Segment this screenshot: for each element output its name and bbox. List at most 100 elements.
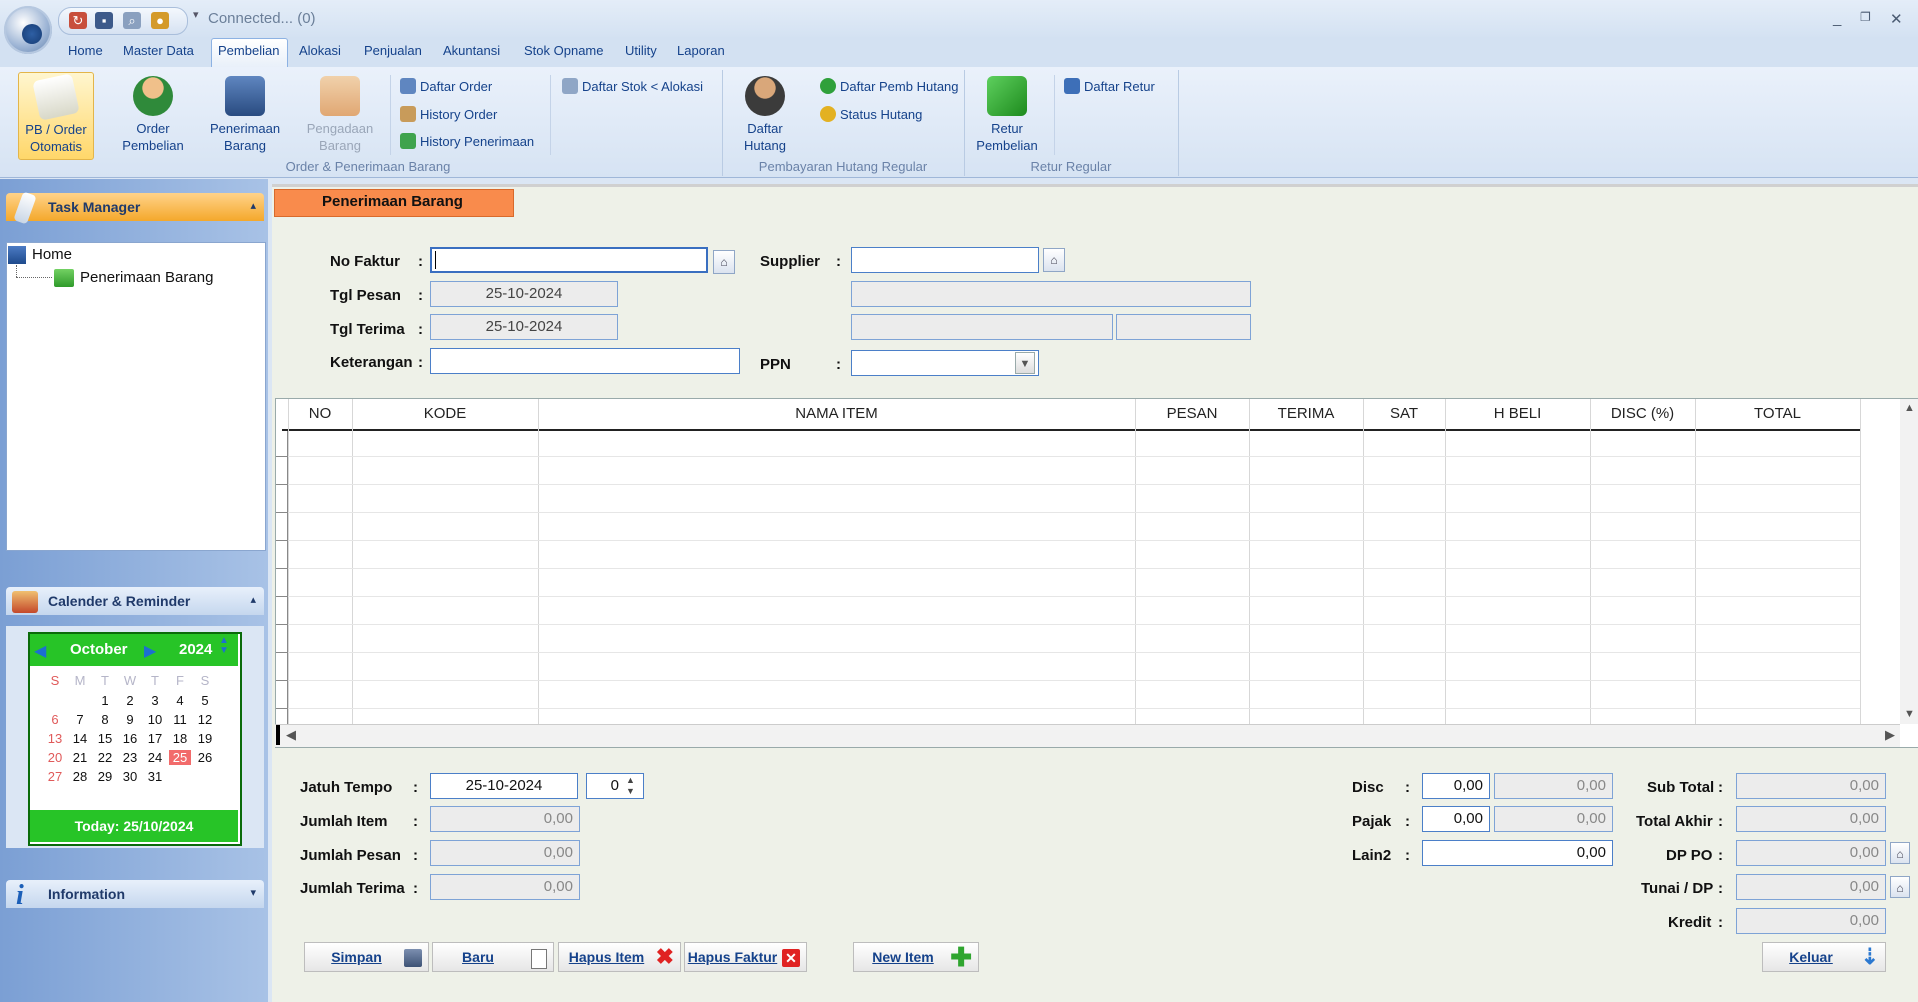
chevron-down-icon[interactable]: ▼ xyxy=(1015,352,1035,374)
col-no[interactable]: NO xyxy=(288,405,352,422)
pajak-percent-input[interactable]: 0,00 xyxy=(1422,806,1490,832)
app-menu-button[interactable] xyxy=(4,6,52,54)
scroll-thumb[interactable] xyxy=(276,725,280,745)
col-terima[interactable]: TERIMA xyxy=(1249,405,1363,422)
tree-item-penerimaan[interactable]: Penerimaan Barang xyxy=(80,269,213,286)
collapse-icon[interactable]: ▴ xyxy=(250,199,256,212)
calendar-day[interactable]: 23 xyxy=(119,750,141,765)
close-button[interactable]: ✕ xyxy=(1890,10,1903,28)
ppn-select[interactable] xyxy=(851,350,1039,376)
calendar-day[interactable]: 19 xyxy=(194,731,216,746)
pengadaan-barang-button[interactable]: Pengadaan Barang xyxy=(305,72,375,158)
collapse-icon[interactable]: ▴ xyxy=(250,593,256,606)
calendar-day[interactable]: 9 xyxy=(119,712,141,727)
calendar-day[interactable]: 28 xyxy=(69,769,91,784)
col-disc[interactable]: DISC (%) xyxy=(1590,405,1695,422)
no-faktur-input[interactable] xyxy=(430,247,708,273)
items-grid[interactable] xyxy=(275,398,1918,748)
calendar-day[interactable]: 15 xyxy=(94,731,116,746)
save-icon[interactable]: ▪ xyxy=(95,12,113,29)
daftar-retur-button[interactable]: Daftar Retur xyxy=(1064,77,1155,97)
tree-item-home[interactable]: Home xyxy=(32,246,72,263)
tgl-terima-field[interactable]: 25-10-2024 xyxy=(430,314,618,340)
keterangan-input[interactable] xyxy=(430,348,740,374)
scroll-left-icon[interactable]: ◀ xyxy=(286,727,296,743)
col-sat[interactable]: SAT xyxy=(1363,405,1445,422)
calendar-day[interactable]: 6 xyxy=(44,712,66,727)
user-icon[interactable]: ● xyxy=(151,12,169,29)
calendar-day[interactable]: 4 xyxy=(169,693,191,708)
calendar-day[interactable]: 21 xyxy=(69,750,91,765)
tab-pembelian[interactable]: Pembelian xyxy=(218,43,279,58)
search-icon[interactable]: ⌕ xyxy=(123,12,141,29)
calendar-today[interactable]: Today: 25/10/2024 xyxy=(30,810,238,842)
daftar-stok-button[interactable]: Daftar Stok < Alokasi xyxy=(562,77,703,97)
calendar-day[interactable]: 30 xyxy=(119,769,141,784)
information-header[interactable]: i Information ▾ xyxy=(6,880,264,911)
calendar-day[interactable]: 24 xyxy=(144,750,166,765)
task-manager-header[interactable]: Task Manager ▴ xyxy=(6,191,264,225)
retur-pembelian-button[interactable]: Retur Pembelian xyxy=(972,72,1042,158)
history-penerimaan-button[interactable]: History Penerimaan xyxy=(400,132,534,152)
jatuh-tempo-input[interactable]: 25-10-2024 xyxy=(430,773,578,799)
next-month-icon[interactable]: ▶ xyxy=(144,641,156,661)
calendar-day[interactable]: 1 xyxy=(94,693,116,708)
expand-icon[interactable]: ▾ xyxy=(250,886,256,899)
tab-akuntansi[interactable]: Akuntansi xyxy=(443,43,500,58)
supplier-input[interactable] xyxy=(851,247,1039,273)
restore-button[interactable]: ❐ xyxy=(1860,10,1871,24)
calendar-day[interactable]: 20 xyxy=(44,750,66,765)
calendar-day[interactable]: 10 xyxy=(144,712,166,727)
daftar-order-button[interactable]: Daftar Order xyxy=(400,77,492,97)
daftar-hutang-button[interactable]: Daftar Hutang xyxy=(730,72,800,158)
scroll-down-icon[interactable]: ▼ xyxy=(1904,708,1915,720)
calendar-day-selected[interactable]: 25 xyxy=(169,750,191,765)
supplier-lookup-icon[interactable]: ⌂ xyxy=(1043,248,1065,272)
refresh-icon[interactable]: ↻ xyxy=(69,12,87,29)
vertical-scrollbar[interactable] xyxy=(1900,399,1918,724)
prev-month-icon[interactable]: ◀ xyxy=(34,641,46,661)
tab-stok-opname[interactable]: Stok Opname xyxy=(524,43,604,58)
order-pembelian-button[interactable]: Order Pembelian xyxy=(118,72,188,158)
year-spinner-icon[interactable]: ▲ ▼ xyxy=(219,636,229,656)
simpan-button[interactable]: Simpan xyxy=(304,942,429,972)
tab-penjualan[interactable]: Penjualan xyxy=(364,43,422,58)
qat-dropdown-icon[interactable]: ▾ xyxy=(193,8,199,21)
days-spinner-icon[interactable]: ▲ ▼ xyxy=(626,775,635,797)
calendar-day[interactable]: 13 xyxy=(44,731,66,746)
tgl-pesan-field[interactable]: 25-10-2024 xyxy=(430,281,618,307)
scroll-right-icon[interactable]: ▶ xyxy=(1885,727,1895,743)
new-item-button[interactable]: New Item ✚ xyxy=(853,942,979,972)
calendar-day[interactable]: 2 xyxy=(119,693,141,708)
disc-percent-input[interactable]: 0,00 xyxy=(1422,773,1490,799)
calendar-day[interactable]: 8 xyxy=(94,712,116,727)
calendar-day[interactable]: 18 xyxy=(169,731,191,746)
calendar-day[interactable]: 3 xyxy=(144,693,166,708)
tunai-lookup-icon[interactable]: ⌂ xyxy=(1890,876,1910,898)
calendar-day[interactable]: 22 xyxy=(94,750,116,765)
lain2-input[interactable]: 0,00 xyxy=(1422,840,1613,866)
calendar-day[interactable]: 11 xyxy=(169,712,191,727)
hapus-faktur-button[interactable]: Hapus Faktur ✕ xyxy=(684,942,807,972)
calendar-day[interactable]: 29 xyxy=(94,769,116,784)
calendar-day[interactable]: 31 xyxy=(144,769,166,784)
calendar-day[interactable]: 27 xyxy=(44,769,66,784)
scroll-up-icon[interactable]: ▲ xyxy=(1904,402,1915,414)
hapus-item-button[interactable]: Hapus Item ✖ xyxy=(558,942,681,972)
col-nama-item[interactable]: NAMA ITEM xyxy=(538,405,1135,422)
history-order-button[interactable]: History Order xyxy=(400,105,497,125)
penerimaan-barang-button[interactable]: Penerimaan Barang xyxy=(210,72,280,158)
minimize-button[interactable]: _ xyxy=(1833,10,1841,27)
col-pesan[interactable]: PESAN xyxy=(1135,405,1249,422)
keluar-button[interactable]: Keluar ⇣ xyxy=(1762,942,1886,972)
col-h-beli[interactable]: H BELI xyxy=(1445,405,1590,422)
col-kode[interactable]: KODE xyxy=(352,405,538,422)
calendar-day[interactable]: 26 xyxy=(194,750,216,765)
calendar-day[interactable]: 16 xyxy=(119,731,141,746)
calendar-day[interactable]: 5 xyxy=(194,693,216,708)
calendar-day[interactable]: 7 xyxy=(69,712,91,727)
status-hutang-button[interactable]: Status Hutang xyxy=(820,105,922,125)
tab-home[interactable]: Home xyxy=(68,43,103,58)
tab-laporan[interactable]: Laporan xyxy=(677,43,725,58)
dp-po-lookup-icon[interactable]: ⌂ xyxy=(1890,842,1910,864)
